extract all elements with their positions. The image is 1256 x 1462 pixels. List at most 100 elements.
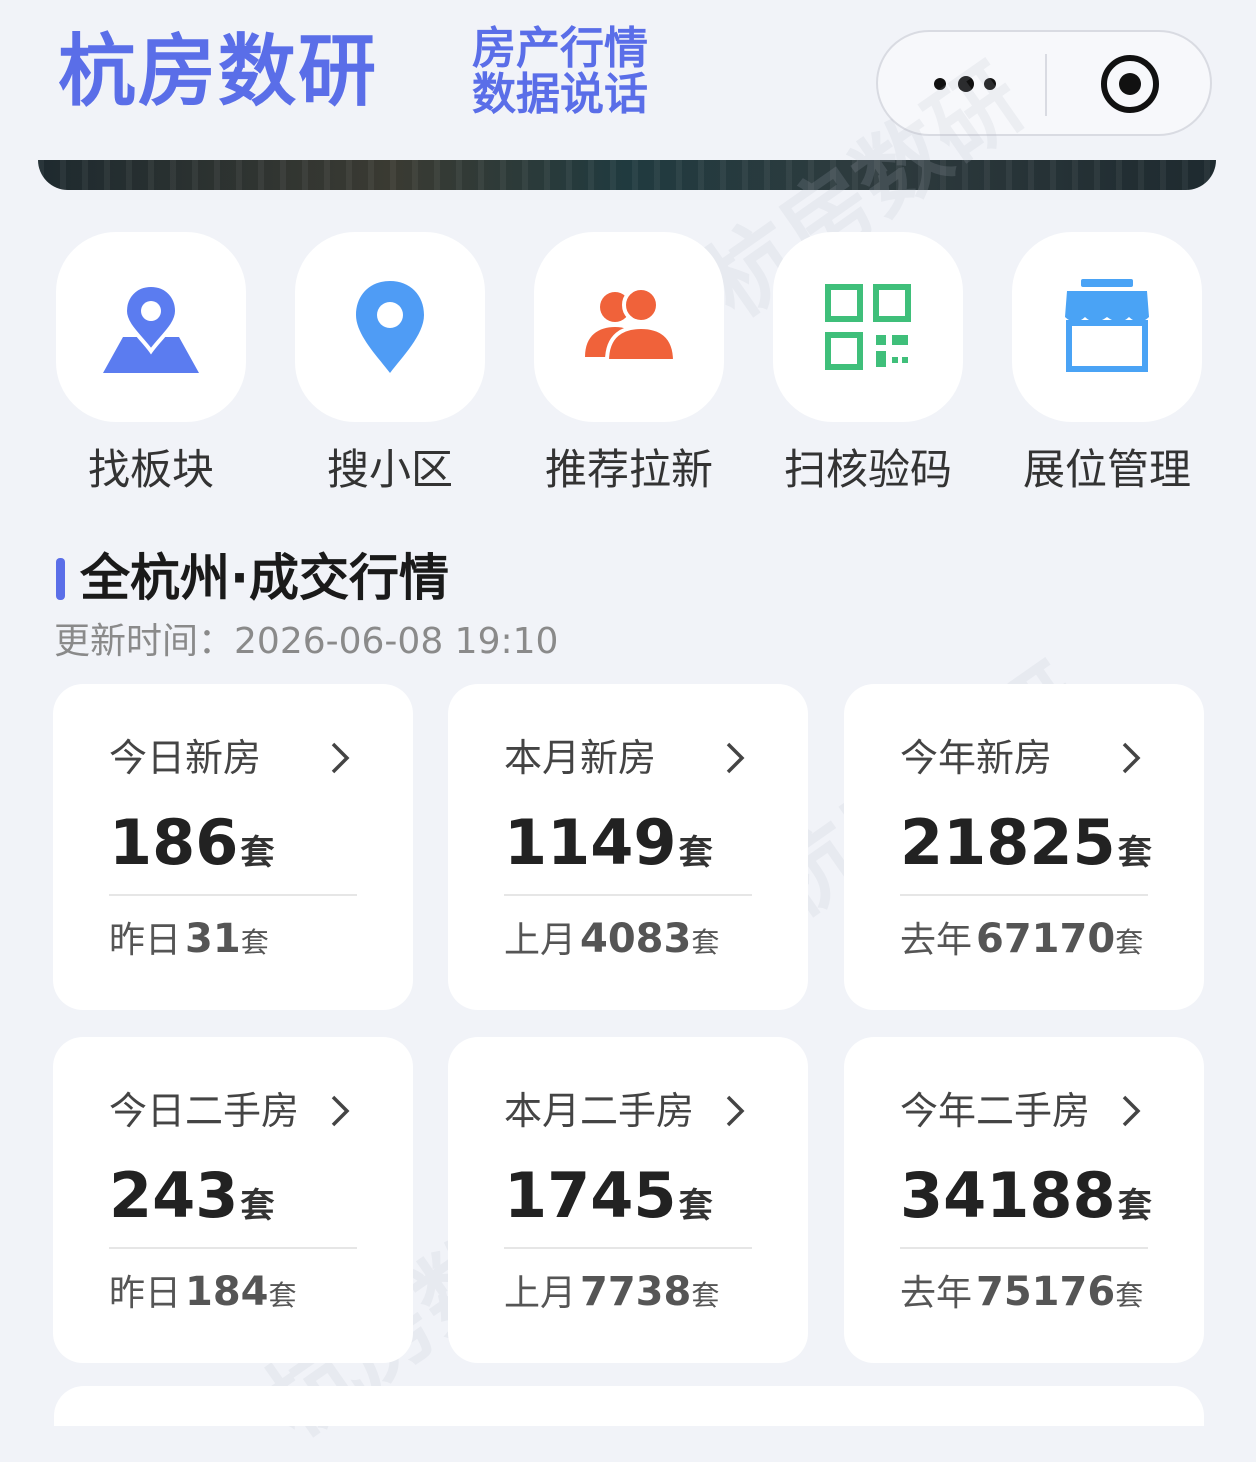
stat-card-year-resale[interactable]: 今年二手房 34188套 去年 75176套 bbox=[844, 1037, 1204, 1363]
location-pin-icon bbox=[356, 281, 424, 373]
map-pin-area-icon bbox=[103, 282, 199, 373]
prev-value: 184 bbox=[185, 1269, 269, 1315]
stat-card-previous: 去年 67170套 bbox=[900, 916, 1143, 966]
stat-card-value: 21825套 bbox=[900, 808, 1152, 888]
prev-value: 31 bbox=[185, 916, 241, 962]
quick-action-label: 推荐拉新 bbox=[544, 445, 713, 494]
capsule-divider bbox=[1045, 54, 1047, 116]
quick-action-tile bbox=[1012, 232, 1202, 422]
qr-code-icon bbox=[825, 284, 911, 370]
prev-label: 去年 bbox=[900, 920, 973, 961]
app-header: 杭房数研 房产行情 数据说话 bbox=[0, 0, 1256, 160]
prev-label: 昨日 bbox=[109, 1273, 182, 1314]
prev-unit: 套 bbox=[240, 926, 269, 959]
quick-action-find-block[interactable]: 找板块 bbox=[56, 232, 246, 497]
quick-action-search-community[interactable]: 搜小区 bbox=[295, 232, 485, 497]
more-dot-icon bbox=[984, 78, 996, 90]
next-section-card bbox=[54, 1386, 1204, 1426]
update-time: 更新时间：2026-06-08 19:10 bbox=[54, 620, 558, 664]
stat-card-divider bbox=[900, 894, 1148, 896]
prev-value: 67170 bbox=[976, 916, 1116, 962]
stat-card-divider bbox=[504, 894, 752, 896]
stat-card-divider bbox=[109, 1247, 357, 1249]
prev-label: 去年 bbox=[900, 1273, 973, 1314]
banner-image[interactable] bbox=[38, 160, 1216, 190]
miniprogram-capsule bbox=[876, 30, 1212, 136]
quick-actions: 找板块 搜小区 推荐拉新 扫核验码 展位管理 bbox=[0, 232, 1256, 502]
brand-logo: 杭房数研 bbox=[58, 27, 379, 117]
stat-card-today-new[interactable]: 今日新房 186套 昨日 31套 bbox=[53, 684, 413, 1010]
prev-label: 上月 bbox=[504, 1273, 577, 1314]
stat-card-previous: 昨日 31套 bbox=[109, 916, 269, 966]
quick-action-label: 找板块 bbox=[87, 445, 214, 494]
stat-card-title: 本月二手房 bbox=[504, 1089, 695, 1133]
brand-slogan: 房产行情 数据说话 bbox=[472, 26, 648, 118]
quick-action-scan-verify[interactable]: 扫核验码 bbox=[773, 232, 963, 497]
quick-action-tile bbox=[56, 232, 246, 422]
stat-card-title: 今日新房 bbox=[109, 736, 262, 780]
slogan-line-1: 房产行情 bbox=[472, 23, 648, 74]
stat-value-number: 186 bbox=[109, 806, 239, 879]
stat-card-title: 今年二手房 bbox=[900, 1089, 1091, 1133]
stat-card-value: 34188套 bbox=[900, 1161, 1152, 1241]
update-time-value: 2026-06-08 19:10 bbox=[234, 621, 559, 662]
target-close-icon bbox=[1101, 55, 1159, 113]
stat-card-previous: 上月 7738套 bbox=[504, 1269, 719, 1319]
update-time-label: 更新时间： bbox=[54, 621, 235, 662]
section-title: 全杭州·成交行情 bbox=[56, 548, 449, 608]
quick-action-label: 搜小区 bbox=[326, 445, 453, 494]
stat-value-unit: 套 bbox=[240, 1186, 275, 1226]
stat-card-title: 今年新房 bbox=[900, 736, 1053, 780]
close-miniprogram-button[interactable] bbox=[1100, 54, 1160, 114]
stat-value-number: 21825 bbox=[900, 806, 1116, 879]
stat-value-number: 1149 bbox=[504, 806, 677, 879]
stat-card-title: 本月新房 bbox=[504, 736, 657, 780]
quick-action-tile bbox=[534, 232, 724, 422]
users-icon bbox=[585, 286, 678, 363]
quick-action-referral[interactable]: 推荐拉新 bbox=[534, 232, 724, 497]
stat-card-divider bbox=[109, 894, 357, 896]
prev-unit: 套 bbox=[1115, 1279, 1144, 1312]
stat-value-number: 34188 bbox=[900, 1159, 1116, 1232]
prev-unit: 套 bbox=[268, 1279, 297, 1312]
prev-value: 4083 bbox=[580, 916, 692, 962]
quick-action-tile bbox=[773, 232, 963, 422]
chevron-right-icon bbox=[726, 742, 745, 774]
quick-action-tile bbox=[295, 232, 485, 422]
stat-card-today-resale[interactable]: 今日二手房 243套 昨日 184套 bbox=[53, 1037, 413, 1363]
stat-card-value: 186套 bbox=[109, 808, 274, 888]
prev-label: 上月 bbox=[504, 920, 577, 961]
stat-card-year-new[interactable]: 今年新房 21825套 去年 67170套 bbox=[844, 684, 1204, 1010]
stat-card-value: 243套 bbox=[109, 1161, 274, 1241]
stat-card-divider bbox=[900, 1247, 1148, 1249]
quick-action-label: 展位管理 bbox=[1022, 445, 1191, 494]
stat-card-divider bbox=[504, 1247, 752, 1249]
chevron-right-icon bbox=[1122, 1095, 1141, 1127]
section-title-text: 全杭州·成交行情 bbox=[80, 549, 449, 607]
more-menu-button[interactable] bbox=[928, 62, 1008, 106]
chevron-right-icon bbox=[331, 1095, 350, 1127]
stat-card-previous: 昨日 184套 bbox=[109, 1269, 297, 1319]
prev-value: 75176 bbox=[976, 1269, 1116, 1315]
chevron-right-icon bbox=[1122, 742, 1141, 774]
stat-card-value: 1745套 bbox=[504, 1161, 713, 1241]
more-dot-icon bbox=[934, 78, 946, 90]
prev-unit: 套 bbox=[691, 1279, 720, 1312]
stat-value-unit: 套 bbox=[678, 1186, 713, 1226]
store-icon bbox=[1065, 279, 1149, 372]
stat-card-previous: 上月 4083套 bbox=[504, 916, 719, 966]
stat-card-title: 今日二手房 bbox=[109, 1089, 300, 1133]
chevron-right-icon bbox=[726, 1095, 745, 1127]
quick-action-booth-manage[interactable]: 展位管理 bbox=[1012, 232, 1202, 497]
prev-label: 昨日 bbox=[109, 920, 182, 961]
prev-unit: 套 bbox=[691, 926, 720, 959]
stat-card-month-new[interactable]: 本月新房 1149 套 上月 4083套 bbox=[448, 684, 808, 1010]
more-dot-icon bbox=[958, 76, 974, 92]
stat-card-month-resale[interactable]: 本月二手房 1745套 上月 7738套 bbox=[448, 1037, 808, 1363]
prev-unit: 套 bbox=[1115, 926, 1144, 959]
chevron-right-icon bbox=[331, 742, 350, 774]
stat-value-unit: 套 bbox=[1117, 833, 1152, 873]
stat-card-previous: 去年 75176套 bbox=[900, 1269, 1143, 1319]
section-accent-bar bbox=[56, 558, 65, 600]
prev-value: 7738 bbox=[580, 1269, 692, 1315]
